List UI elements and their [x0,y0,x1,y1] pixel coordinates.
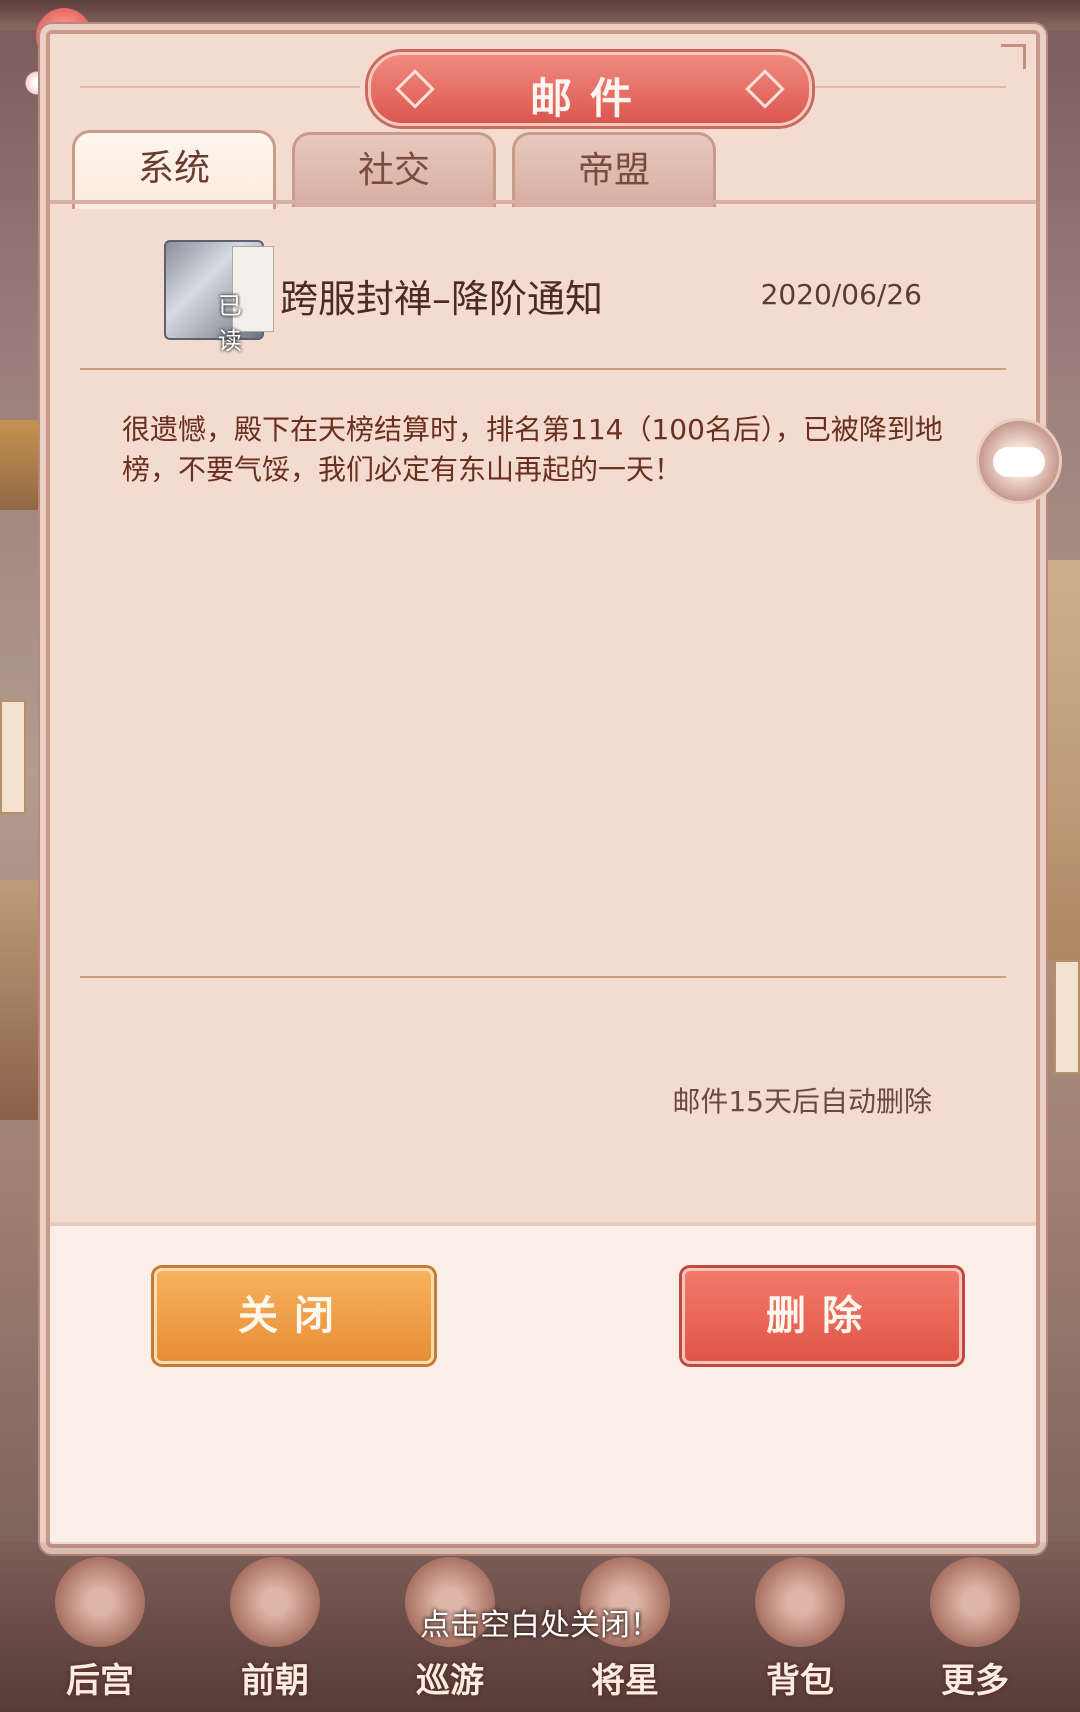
chat-bubble-icon[interactable] [976,418,1062,504]
side-banner-right [1054,960,1080,1074]
delete-button[interactable]: 删除 [682,1268,962,1364]
scroll-book-icon: 已读 [164,240,274,355]
mail-body: 很遗憾，殿下在天榜结算时，排名第114（100名后），已被降到地榜，不要气馁，我… [122,413,943,486]
mail-header: 已读 跨服封禅–降阶通知 2020/06/26 [80,212,1006,355]
title-banner: 邮件 [368,52,812,126]
nav-label: 前朝 [241,1661,309,1701]
dialog-title: 邮件 [529,74,650,123]
corner-ornament [1001,44,1026,69]
nav-label: 后宫 [66,1661,134,1701]
chat-dots [993,447,1045,477]
nav-label: 将星 [591,1661,659,1701]
title-divider-left [80,86,360,88]
tab-social[interactable]: 社交 [292,132,496,207]
tabs-divider [50,200,1036,204]
auto-delete-note: 邮件15天后自动删除 [672,1085,932,1118]
divider [80,368,1006,370]
mail-dialog: 邮件 系统 社交 帝盟 已读 跨服封禅–降阶通知 2020/06/26 很遗憾，… [46,30,1040,1548]
nav-label: 更多 [941,1661,1009,1701]
close-button[interactable]: 关闭 [154,1268,434,1364]
background-top-strip [0,0,1080,30]
nav-label: 背包 [766,1661,834,1701]
side-banner-left [0,700,26,814]
tap-to-close-hint[interactable]: 点击空白处关闭！ [0,1600,1080,1644]
divider [80,976,1006,978]
tab-system[interactable]: 系统 [72,130,276,209]
tab-alliance[interactable]: 帝盟 [512,132,716,207]
read-status-label: 已读 [218,292,242,355]
mail-subject: 跨服封禅–降阶通知 [280,277,604,321]
mail-date: 2020/06/26 [760,278,922,311]
dialog-footer: 关闭 删除 [50,1222,1036,1544]
nav-label: 巡游 [416,1661,484,1701]
